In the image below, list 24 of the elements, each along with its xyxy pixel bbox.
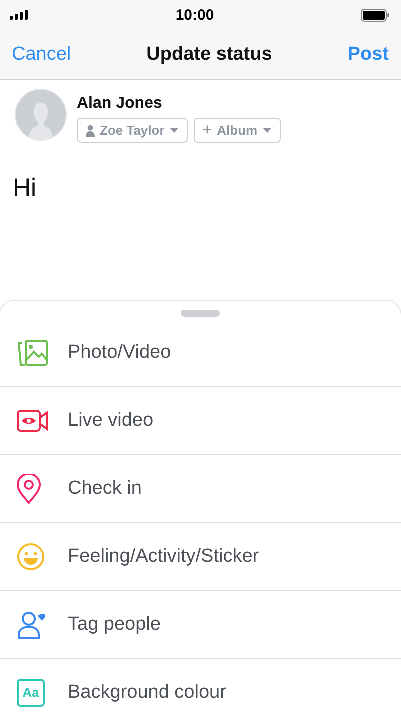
action-label: Background colour	[68, 682, 226, 704]
action-label: Feeling/Activity/Sticker	[68, 546, 260, 568]
caret-icon	[262, 128, 272, 133]
action-row[interactable]: Check in	[0, 455, 401, 523]
battery-icon	[361, 8, 390, 22]
action-row[interactable]: Feeling/Activity/Sticker	[0, 523, 401, 591]
caret-icon	[170, 128, 179, 133]
text-style-icon: Aa	[17, 678, 45, 706]
sheet-handle[interactable]	[181, 310, 220, 317]
action-label: Live video	[68, 410, 154, 432]
clock-time: 10:00	[176, 6, 214, 24]
screen-title: Update status	[146, 44, 272, 66]
action-label: Tag people	[68, 614, 161, 636]
action-row[interactable]: Photo/Video	[0, 319, 401, 387]
action-row[interactable]: Aa Background colour	[0, 659, 401, 712]
action-row[interactable]: Live video	[0, 387, 401, 455]
action-row[interactable]: Tag people	[0, 591, 401, 659]
action-label: Check in	[68, 478, 142, 500]
status-text[interactable]: Hi	[13, 174, 37, 202]
author-name: Alan Jones	[77, 95, 164, 113]
action-label: Photo/Video	[68, 342, 172, 364]
avatar-icon	[15, 89, 67, 141]
signal-icon	[10, 10, 29, 20]
person-icon	[86, 124, 95, 136]
